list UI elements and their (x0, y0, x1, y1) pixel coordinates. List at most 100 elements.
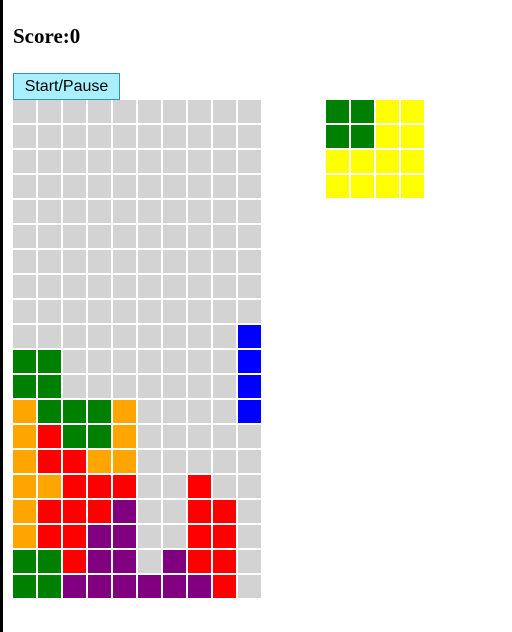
board-cell-empty (88, 350, 111, 373)
board-cell-red (188, 475, 211, 498)
window-edge (0, 0, 3, 632)
board-cell-empty (13, 200, 36, 223)
board-cell-empty (13, 300, 36, 323)
board-cell-green (38, 575, 61, 598)
board-cell-empty (88, 300, 111, 323)
board-cell-empty (38, 225, 61, 248)
board-cell-purple (138, 575, 161, 598)
board-cell-empty (163, 425, 186, 448)
game-board (13, 100, 261, 598)
board-cell-empty (138, 475, 161, 498)
board-cell-empty (63, 175, 86, 198)
board-cell-empty (163, 525, 186, 548)
board-cell-empty (38, 100, 61, 123)
board-cell-empty (163, 275, 186, 298)
board-cell-empty (213, 375, 236, 398)
board-cell-empty (188, 325, 211, 348)
board-cell-empty (113, 300, 136, 323)
board-cell-empty (188, 450, 211, 473)
board-cell-empty (238, 125, 261, 148)
board-cell-empty (113, 250, 136, 273)
board-cell-red (63, 475, 86, 498)
board-cell-empty (138, 375, 161, 398)
board-cell-empty (13, 125, 36, 148)
board-cell-empty (238, 550, 261, 573)
board-cell-purple (88, 525, 111, 548)
board-cell-empty (213, 450, 236, 473)
board-cell-empty (188, 225, 211, 248)
preview-cell-yellow (401, 100, 424, 123)
board-cell-red (213, 525, 236, 548)
board-cell-empty (88, 125, 111, 148)
board-cell-empty (163, 400, 186, 423)
board-cell-green (63, 425, 86, 448)
board-cell-empty (88, 250, 111, 273)
board-cell-purple (113, 500, 136, 523)
board-cell-blue (238, 325, 261, 348)
board-cell-red (113, 475, 136, 498)
board-cell-empty (63, 225, 86, 248)
board-cell-empty (113, 375, 136, 398)
board-cell-empty (88, 150, 111, 173)
board-cell-empty (163, 450, 186, 473)
board-cell-empty (163, 500, 186, 523)
board-cell-orange (113, 425, 136, 448)
board-cell-empty (138, 275, 161, 298)
board-cell-purple (63, 575, 86, 598)
board-cell-empty (238, 100, 261, 123)
board-cell-empty (138, 500, 161, 523)
board-cell-empty (113, 325, 136, 348)
board-cell-empty (138, 125, 161, 148)
board-cell-red (38, 425, 61, 448)
board-cell-red (38, 500, 61, 523)
board-cell-orange (113, 450, 136, 473)
preview-cell-yellow (401, 125, 424, 148)
board-cell-empty (63, 100, 86, 123)
board-cell-empty (113, 150, 136, 173)
board-cell-empty (238, 150, 261, 173)
board-cell-red (213, 500, 236, 523)
board-cell-green (88, 425, 111, 448)
preview-cell-yellow (376, 150, 399, 173)
board-cell-empty (213, 300, 236, 323)
board-cell-green (13, 550, 36, 573)
board-cell-green (13, 350, 36, 373)
board-cell-empty (138, 325, 161, 348)
board-cell-orange (38, 475, 61, 498)
board-cell-empty (138, 425, 161, 448)
board-cell-empty (13, 225, 36, 248)
start-pause-button[interactable]: Start/Pause (13, 73, 120, 100)
board-cell-empty (138, 200, 161, 223)
board-cell-empty (163, 175, 186, 198)
board-cell-purple (188, 575, 211, 598)
board-cell-empty (188, 250, 211, 273)
board-cell-empty (38, 175, 61, 198)
board-cell-empty (113, 100, 136, 123)
board-cell-empty (88, 225, 111, 248)
board-cell-red (213, 550, 236, 573)
preview-cell-yellow (326, 150, 349, 173)
board-cell-empty (213, 400, 236, 423)
board-cell-red (38, 525, 61, 548)
board-cell-orange (13, 425, 36, 448)
board-cell-empty (138, 450, 161, 473)
board-cell-green (13, 575, 36, 598)
board-cell-empty (138, 525, 161, 548)
board-cell-empty (63, 275, 86, 298)
board-cell-blue (238, 350, 261, 373)
board-cell-empty (188, 175, 211, 198)
board-cell-empty (213, 350, 236, 373)
board-cell-red (188, 525, 211, 548)
board-cell-purple (163, 550, 186, 573)
board-cell-empty (213, 250, 236, 273)
board-cell-orange (88, 450, 111, 473)
board-cell-empty (38, 325, 61, 348)
board-cell-empty (238, 500, 261, 523)
board-cell-empty (88, 175, 111, 198)
board-cell-purple (113, 575, 136, 598)
board-cell-empty (113, 225, 136, 248)
board-cell-empty (13, 250, 36, 273)
board-cell-empty (63, 125, 86, 148)
board-cell-empty (63, 150, 86, 173)
preview-cell-yellow (376, 100, 399, 123)
